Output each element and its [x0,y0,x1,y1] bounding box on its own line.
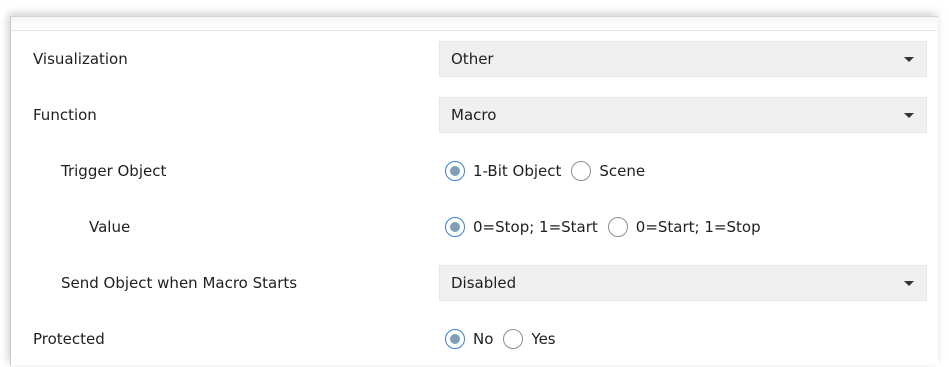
radio-unchecked-icon[interactable] [571,161,592,181]
radio-unchecked-icon[interactable] [607,217,628,237]
value-radio-group: 0=Stop; 1=Start 0=Start; 1=Stop [445,199,771,255]
radio-checked-icon[interactable] [445,161,465,181]
protected-option-yes[interactable]: Yes [503,329,556,349]
radio-checked-icon[interactable] [445,329,465,349]
row-protected: Protected No Yes [11,311,938,367]
trigger-object-radio-group: 1-Bit Object Scene [445,143,655,199]
visualization-dropdown[interactable]: Other [439,41,927,77]
function-value: Macro [451,106,497,124]
chevron-down-icon [904,281,914,286]
function-dropdown[interactable]: Macro [439,97,927,133]
visualization-label: Visualization [33,50,128,68]
send-object-value: Disabled [451,274,517,292]
radio-label: Yes [531,330,556,348]
protected-radio-group: No Yes [445,311,566,367]
protected-option-no[interactable]: No [445,329,493,349]
trigger-object-option-scene[interactable]: Scene [571,161,645,181]
send-object-label: Send Object when Macro Starts [61,274,298,292]
row-function: Function Macro [11,87,938,143]
trigger-object-option-1bit[interactable]: 1-Bit Object [445,161,561,181]
radio-checked-icon[interactable] [445,217,465,237]
row-visualization: Visualization Other [11,31,938,87]
radio-label: 0=Stop; 1=Start [473,218,598,236]
radio-label: Scene [599,162,646,180]
trigger-object-label: Trigger Object [61,162,167,180]
send-object-dropdown[interactable]: Disabled [439,265,927,301]
visualization-value: Other [451,50,494,68]
chevron-down-icon [904,57,914,62]
parameter-panel: Visualization Other Function Macro Trigg… [10,16,938,365]
value-option-stop-start[interactable]: 0=Stop; 1=Start [445,217,598,237]
function-label: Function [33,106,97,124]
value-option-start-stop[interactable]: 0=Start; 1=Stop [607,217,761,237]
panel-top-edge [11,17,938,31]
protected-label: Protected [33,330,105,348]
row-send-object: Send Object when Macro Starts Disabled [11,255,938,311]
radio-label: 1-Bit Object [473,162,562,180]
row-value: Value 0=Stop; 1=Start 0=Start; 1=Stop [11,199,938,255]
value-label: Value [89,218,131,236]
row-trigger-object: Trigger Object 1-Bit Object Scene [11,143,938,199]
radio-label: 0=Start; 1=Stop [635,218,761,236]
chevron-down-icon [904,113,914,118]
radio-label: No [473,330,494,348]
radio-unchecked-icon[interactable] [503,329,524,349]
